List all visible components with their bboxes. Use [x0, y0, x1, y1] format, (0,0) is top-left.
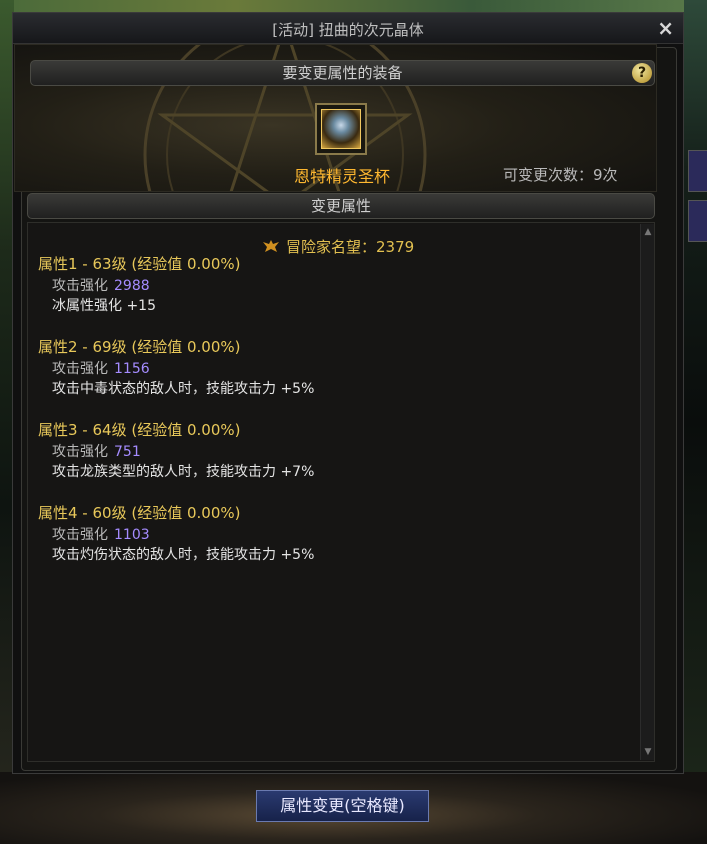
property-effect: 冰属性强化 +15	[52, 298, 156, 314]
property-entry: 属性4 - 60级 (经验值 0.00%) 攻击强化 1103 攻击灼伤状态的敌人…	[38, 502, 314, 564]
help-icon[interactable]: ?	[632, 63, 652, 83]
game-ui-fragment	[688, 200, 707, 242]
stat-value: 751	[114, 444, 141, 460]
stat-label: 攻击强化	[52, 444, 108, 460]
close-icon[interactable]: ×	[657, 16, 674, 40]
property-header: 属性3 - 64级 (经验值 0.00%)	[38, 421, 241, 439]
scroll-down-icon[interactable]: ▼	[642, 746, 654, 758]
properties-scrollbar[interactable]: ▲ ▼	[640, 224, 654, 760]
grail-item-icon	[321, 109, 361, 149]
fame-text: 冒险家名望：2379	[286, 238, 415, 256]
equipment-section-header: 要变更属性的装备	[30, 60, 655, 86]
property-entry: 属性1 - 63级 (经验值 0.00%) 攻击强化 2988 冰属性强化 +15	[38, 253, 240, 315]
window-title: [活动] 扭曲的次元晶体	[272, 21, 424, 39]
fame-crest-icon	[262, 239, 280, 253]
game-background-top	[0, 0, 707, 12]
game-background-right	[684, 0, 707, 844]
property-entry: 属性3 - 64级 (经验值 0.00%) 攻击强化 751 攻击龙族类型的敌人时…	[38, 419, 314, 481]
properties-section-header: 变更属性	[27, 193, 655, 219]
stat-value: 1103	[114, 527, 150, 543]
property-header: 属性1 - 63级 (经验值 0.00%)	[38, 255, 241, 273]
property-stat: 攻击强化 751	[38, 441, 314, 461]
property-header: 属性4 - 60级 (经验值 0.00%)	[38, 504, 241, 522]
equipment-slot[interactable]	[315, 103, 367, 155]
scroll-up-icon[interactable]: ▲	[642, 226, 654, 238]
property-entry: 属性2 - 69级 (经验值 0.00%) 攻击强化 1156 攻击中毒状态的敌人…	[38, 336, 314, 398]
item-name: 恩特精灵圣杯	[293, 167, 390, 186]
property-stat: 攻击强化 1103	[38, 524, 314, 544]
property-effect: 攻击龙族类型的敌人时，技能攻击力 +7%	[52, 464, 315, 480]
stat-value: 2988	[114, 278, 150, 294]
property-header: 属性2 - 69级 (经验值 0.00%)	[38, 338, 241, 356]
change-count: 可变更次数：9次	[503, 166, 618, 184]
stat-value: 1156	[114, 361, 150, 377]
stat-label: 攻击强化	[52, 527, 108, 543]
game-ui-fragment	[688, 150, 707, 192]
property-stat: 攻击强化 1156	[38, 358, 314, 378]
property-effect: 攻击中毒状态的敌人时，技能攻击力 +5%	[52, 381, 315, 397]
property-stat: 攻击强化 2988	[38, 275, 240, 295]
stat-label: 攻击强化	[52, 278, 108, 294]
change-property-button[interactable]: 属性变更(空格键)	[256, 790, 429, 822]
property-effect: 攻击灼伤状态的敌人时，技能攻击力 +5%	[52, 547, 315, 563]
adventurer-fame: 冒险家名望：2379	[262, 236, 414, 257]
title-bar[interactable]: [活动] 扭曲的次元晶体 ×	[13, 13, 683, 44]
stat-label: 攻击强化	[52, 361, 108, 377]
